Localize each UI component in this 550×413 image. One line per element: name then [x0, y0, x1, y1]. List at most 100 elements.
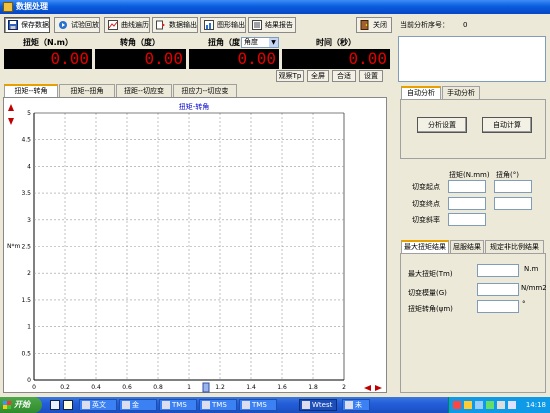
slope-field[interactable] [448, 213, 486, 226]
tab-auto-analysis[interactable]: 自动分析 [401, 86, 441, 99]
tab-non-proportional-result[interactable]: 规定非比例结果 [485, 240, 544, 253]
title-bar: 数据处理 [0, 0, 550, 14]
tray-icon[interactable] [486, 401, 494, 409]
settings-button[interactable]: 设置 [359, 70, 383, 82]
app-icon [122, 401, 130, 409]
torsion-angle-field[interactable] [477, 300, 519, 313]
task-item[interactable]: 英文 [79, 399, 117, 411]
angle-label: 转角（度） [120, 38, 160, 47]
row-end-label: 切变终点 [412, 200, 440, 208]
tray-icon[interactable] [475, 401, 483, 409]
chart-area[interactable]: 0 0.2 0.4 0.6 0.8 1 1.2 1.4 1.6 1.8 2 0 0.5 1 1.5 2 2.5 3… [3, 97, 387, 393]
tab-torque-twist[interactable]: 扭矩--扭角 [59, 84, 115, 97]
x-scroll-right-icon[interactable] [375, 385, 382, 391]
y-tick-label: 3.5 [21, 190, 31, 197]
start-torque-field[interactable] [448, 180, 486, 193]
current-no-label: 当前分析序号： [400, 21, 449, 29]
torsion-angle-unit: ° [522, 300, 526, 308]
max-torque-label: 最大扭矩(Tm) [408, 270, 453, 278]
torque-angle-chart: 0 0.2 0.4 0.6 0.8 1 1.2 1.4 1.6 1.8 2 0 0.5 1 1.5 2 2.5 3… [7, 102, 382, 393]
quicklaunch-desktop-icon[interactable] [63, 400, 73, 410]
app-icon [302, 401, 310, 409]
y-tick-label: 0 [27, 377, 31, 384]
x-tick-label: 1 [187, 384, 191, 391]
result-report-button[interactable]: 结果报告 [248, 17, 296, 33]
twist-unit-select[interactable]: 角度 ▼ [241, 37, 279, 48]
taskbar: 开始 英文 金 TMS TMS TMS Wtest 未 14:18 [0, 397, 550, 413]
x-tick-label: 1.4 [246, 384, 256, 391]
y-tick-label: 4.5 [21, 137, 31, 144]
close-button[interactable]: 关闭 [356, 17, 392, 33]
app-icon [345, 401, 353, 409]
y-scroll-down-icon[interactable] [8, 118, 14, 125]
task-item[interactable]: TMS [239, 399, 277, 411]
y-tick-label: 1 [27, 324, 31, 331]
max-torque-field[interactable] [477, 264, 519, 277]
x-tick-label: 1.6 [277, 384, 287, 391]
app-icon [3, 2, 13, 12]
tab-torque-rotation[interactable]: 扭矩--转角 [4, 84, 58, 97]
x-scroll-left-icon[interactable] [364, 385, 371, 391]
torque-label: 扭矩（N.m） [22, 38, 74, 47]
x-tick-label: 2 [342, 384, 346, 391]
x-tick-label: 1.2 [215, 384, 225, 391]
tab-max-torque-result[interactable]: 最大扭矩结果 [401, 240, 449, 253]
task-item[interactable]: 金 [119, 399, 157, 411]
chart-title: 扭矩-转角 [179, 102, 210, 111]
data-export-button[interactable]: 数据输出 [152, 17, 198, 33]
y-tick-label: 1.5 [21, 297, 31, 304]
app-icon [242, 401, 250, 409]
system-tray: 14:18 [448, 397, 550, 413]
torsion-angle-label: 扭矩转角(ψm) [408, 305, 453, 313]
task-item[interactable]: TMS [159, 399, 197, 411]
task-item-active[interactable]: Wtest [299, 399, 337, 411]
tab-manual-analysis[interactable]: 手动分析 [442, 86, 480, 99]
speaker-icon[interactable] [508, 401, 516, 409]
angle-display: 0.00 [95, 49, 186, 69]
task-item[interactable]: 未 [342, 399, 370, 411]
tab-yield-result[interactable]: 屈服结果 [450, 240, 484, 253]
row-start-label: 切变起点 [412, 183, 440, 191]
tab-stress-shear-strain[interactable]: 扭应力--切应变 [173, 84, 237, 97]
tray-icon[interactable] [464, 401, 472, 409]
x-tick-label: 0.4 [91, 384, 101, 391]
x-tick-label: 1.8 [308, 384, 318, 391]
col-angle-header: 扭角(°) [496, 171, 519, 179]
clock: 14:18 [525, 401, 546, 409]
quicklaunch-ie-icon[interactable] [50, 400, 60, 410]
graph-export-icon [204, 20, 214, 30]
current-no-value: 0 [463, 21, 468, 29]
start-button[interactable]: 开始 [0, 397, 42, 413]
analysis-settings-button[interactable]: 分析设置 [417, 117, 467, 133]
x-cursor-marker[interactable] [202, 382, 210, 393]
tab-torque-shear-strain[interactable]: 扭距--切应变 [116, 84, 172, 97]
graph-export-button[interactable]: 图形输出 [200, 17, 246, 33]
folder-icon [82, 401, 90, 409]
chevron-down-icon[interactable]: ▼ [269, 38, 278, 47]
auto-calc-button[interactable]: 自动计算 [482, 117, 532, 133]
save-data-button[interactable]: 保存数据 [4, 17, 50, 33]
shear-modulus-field[interactable] [477, 283, 519, 296]
end-torque-field[interactable] [448, 197, 486, 210]
max-torque-unit: N.m [524, 265, 539, 273]
replay-button[interactable]: 试验回放 [54, 17, 100, 33]
start-angle-field[interactable] [494, 180, 532, 193]
tray-icon[interactable] [497, 401, 505, 409]
y-axis-label: N*m [7, 243, 20, 250]
app-icon [162, 401, 170, 409]
tray-icon[interactable] [453, 401, 461, 409]
fullscreen-button[interactable]: 全屏 [307, 70, 329, 82]
observe-button[interactable]: 观察Tp [276, 70, 304, 82]
y-tick-label: 5 [27, 110, 31, 117]
windows-logo-icon [3, 401, 11, 409]
x-tick-label: 0.6 [122, 384, 132, 391]
curve-traverse-button[interactable]: 曲线遍历 [104, 17, 150, 33]
end-angle-field[interactable] [494, 197, 532, 210]
task-item[interactable]: TMS [199, 399, 237, 411]
y-scroll-up-icon[interactable] [8, 104, 14, 111]
analysis-list[interactable] [398, 36, 546, 82]
curve-icon [108, 20, 118, 30]
fit-button[interactable]: 合适 [332, 70, 356, 82]
x-tick-label: 0.8 [153, 384, 163, 391]
shear-modulus-unit: N/mm2 [521, 284, 547, 292]
